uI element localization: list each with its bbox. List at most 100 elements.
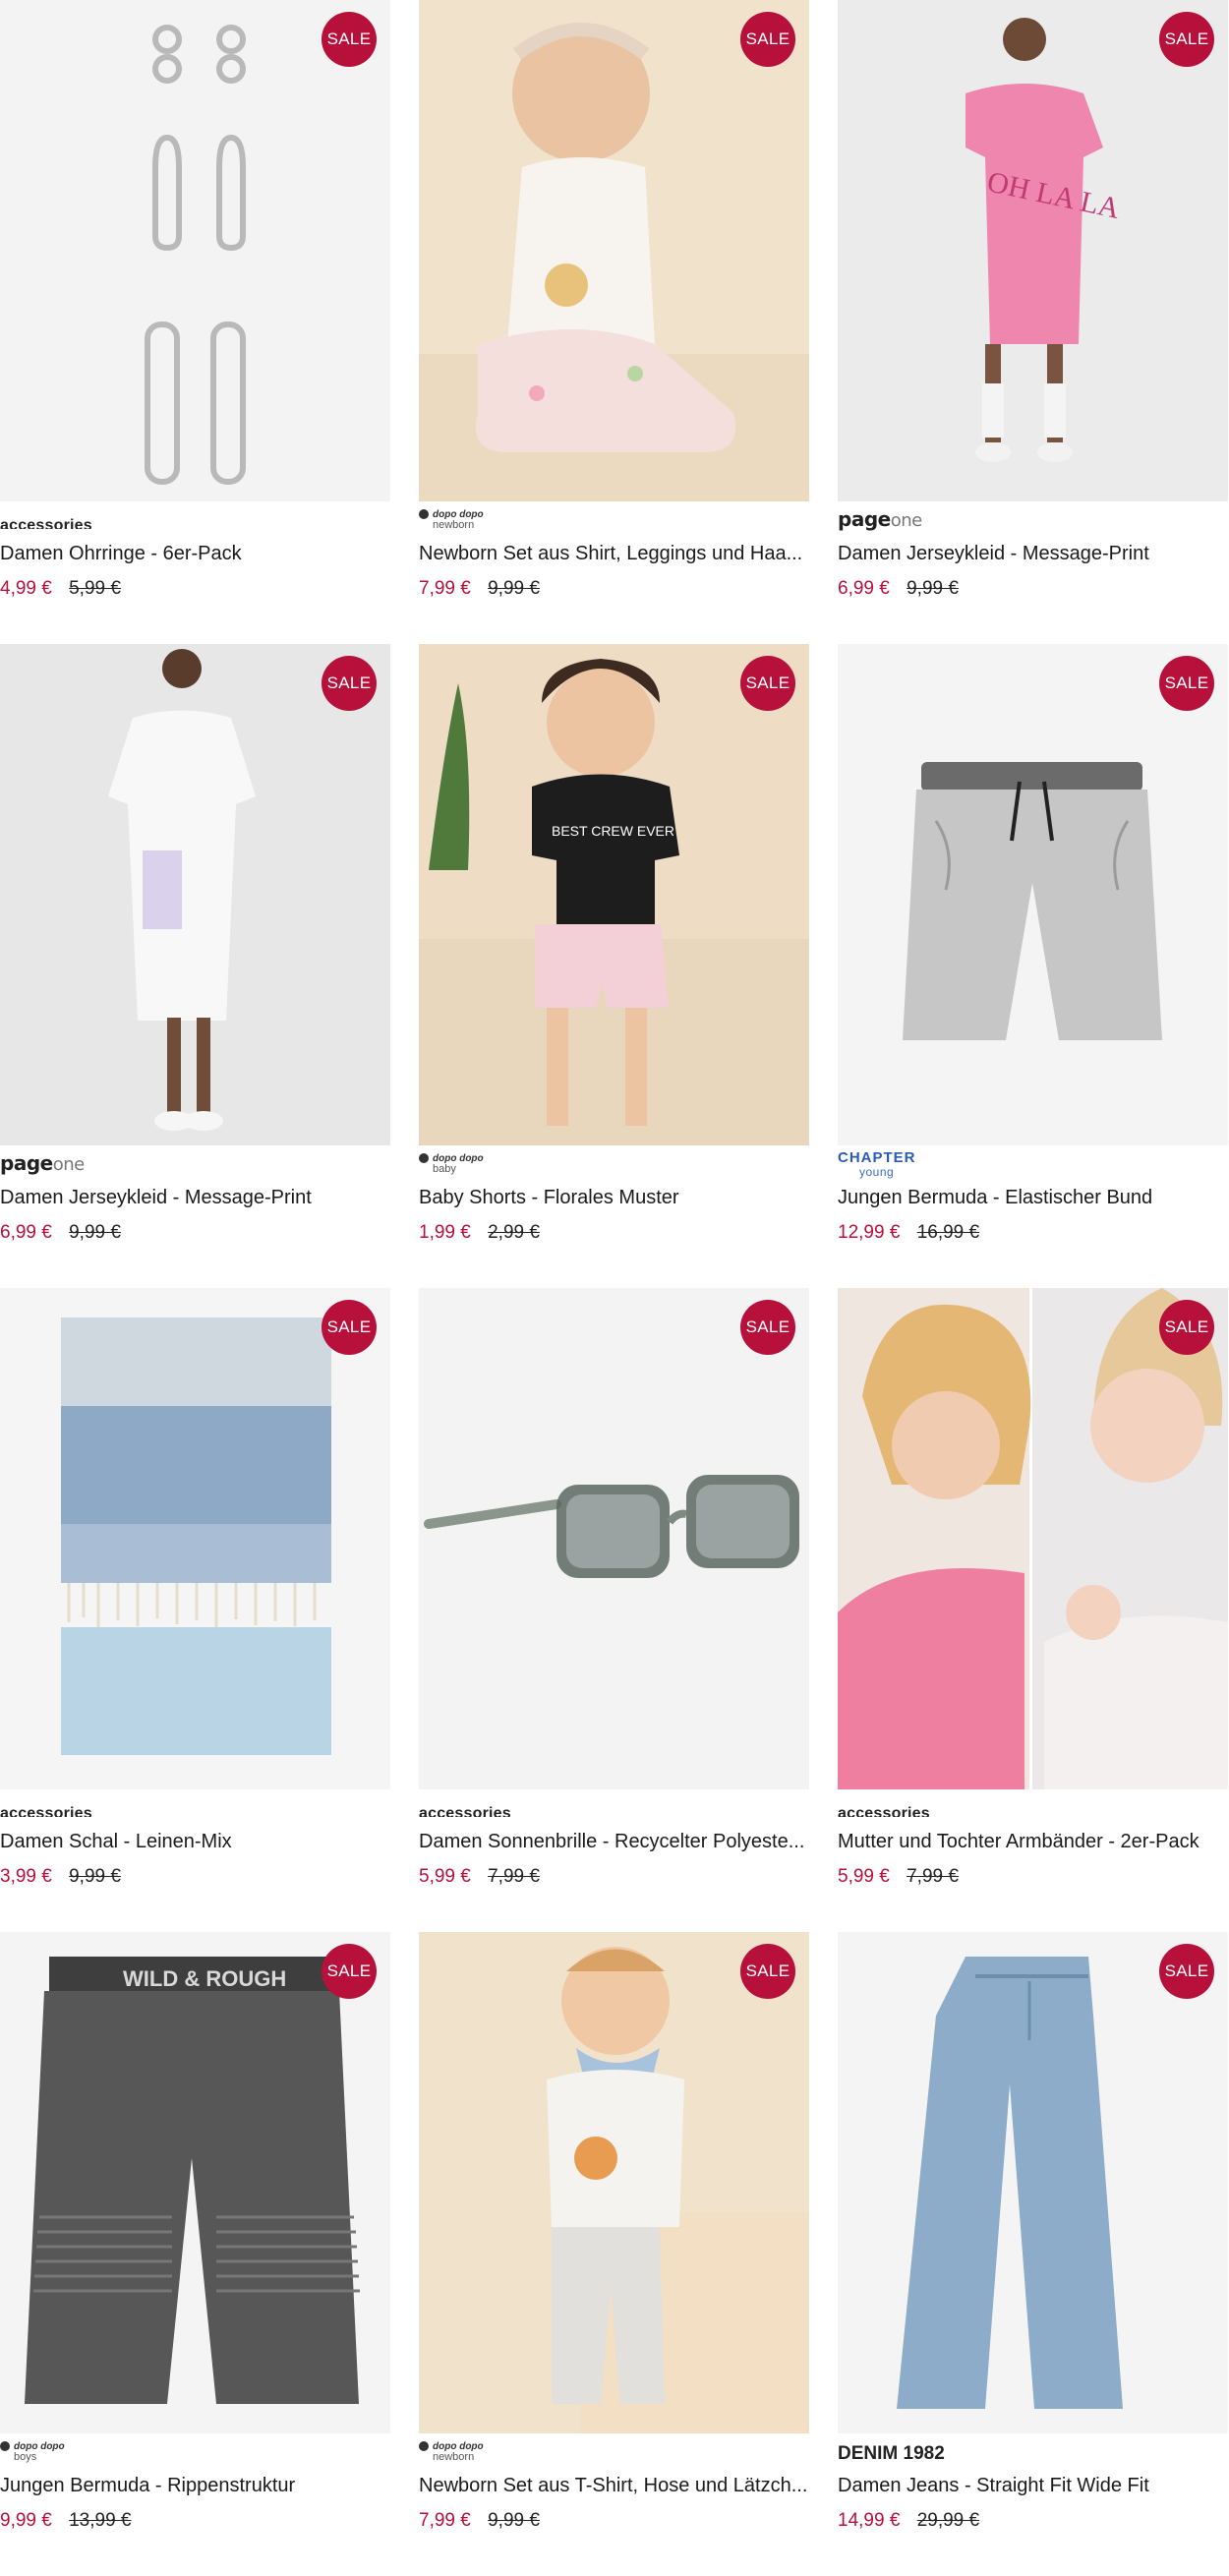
sale-badge: SALE bbox=[740, 12, 795, 67]
shirt-print-text: BEST CREW EVER bbox=[552, 823, 674, 839]
price-row: 6,99 € 9,99 € bbox=[0, 1222, 121, 1244]
product-title[interactable]: Damen Jeans - Straight Fit Wide Fit bbox=[838, 2475, 1228, 2497]
product-card-sunglasses[interactable]: SALE accessories Damen Sonnenbrille - Re… bbox=[419, 1288, 809, 1932]
brand-logo: dopo dopo baby bbox=[419, 1153, 809, 1179]
product-image[interactable]: SALE bbox=[419, 1932, 809, 2433]
price-row: 12,99 € 16,99 € bbox=[838, 1222, 979, 1244]
product-image[interactable]: SALE bbox=[838, 1932, 1228, 2433]
old-price: 9,99 € bbox=[488, 578, 540, 599]
sale-badge: SALE bbox=[740, 1300, 795, 1355]
brand-label: DENIM 1982 bbox=[838, 2443, 945, 2464]
product-card-earrings[interactable]: SALE accessories Damen Ohrringe - 6er-Pa… bbox=[0, 0, 390, 644]
product-title[interactable]: Mutter und Tochter Armbänder - 2er-Pack bbox=[838, 1831, 1228, 1853]
old-price: 9,99 € bbox=[69, 1866, 121, 1887]
product-card-scarf[interactable]: SALE accessories Damen Schal - Leinen-Mi… bbox=[0, 1288, 390, 1932]
sale-price: 5,99 € bbox=[419, 1866, 471, 1887]
brand-logo: dopo dopo newborn bbox=[419, 509, 809, 535]
sale-badge: SALE bbox=[740, 656, 795, 711]
product-image[interactable]: OH LA LA SALE bbox=[838, 0, 1228, 501]
brand-label: accessories bbox=[419, 1805, 511, 1817]
sale-badge: SALE bbox=[322, 1300, 377, 1355]
sale-price: 1,99 € bbox=[419, 1222, 471, 1243]
brand-logo: dopo dopo boys bbox=[0, 2441, 390, 2467]
product-card-baby-shorts[interactable]: BEST CREW EVER SALE dopo dopo baby Baby S… bbox=[419, 644, 809, 1288]
product-title[interactable]: Baby Shorts - Florales Muster bbox=[419, 1187, 809, 1209]
sale-price: 5,99 € bbox=[838, 1866, 890, 1887]
old-price: 13,99 € bbox=[69, 2510, 132, 2531]
sale-price: 12,99 € bbox=[838, 1222, 901, 1243]
sale-badge: SALE bbox=[322, 1944, 377, 1999]
price-row: 7,99 € 9,99 € bbox=[419, 578, 540, 600]
price-row: 5,99 € 7,99 € bbox=[419, 1866, 540, 1888]
price-row: 5,99 € 7,99 € bbox=[838, 1866, 959, 1888]
product-title[interactable]: Damen Ohrringe - 6er-Pack bbox=[0, 543, 390, 565]
old-price: 9,99 € bbox=[69, 1222, 121, 1243]
old-price: 7,99 € bbox=[907, 1866, 959, 1887]
sale-price: 9,99 € bbox=[0, 2510, 52, 2531]
product-card-bracelets[interactable]: SALE accessories Mutter und Tochter Armb… bbox=[838, 1288, 1228, 1932]
product-card-newborn-set[interactable]: SALE dopo dopo newborn Newborn Set aus Sh… bbox=[419, 0, 809, 644]
sale-price: 4,99 € bbox=[0, 578, 52, 599]
brand-logo: CHAPTER young bbox=[838, 1149, 916, 1179]
product-title[interactable]: Jungen Bermuda - Elastischer Bund bbox=[838, 1187, 1228, 1209]
product-image[interactable]: SALE bbox=[419, 0, 809, 501]
product-image[interactable]: SALE bbox=[0, 644, 390, 1145]
product-card-pink-dress[interactable]: OH LA LA SALE pageone Damen Jerseykleid … bbox=[838, 0, 1228, 644]
product-title[interactable]: Newborn Set aus Shirt, Leggings und Haa.… bbox=[419, 543, 809, 565]
product-card-wide-jeans[interactable]: SALE DENIM 1982 Damen Jeans - Straight F… bbox=[838, 1932, 1228, 2576]
product-image[interactable]: SALE bbox=[838, 644, 1228, 1145]
sale-badge: SALE bbox=[1159, 1944, 1214, 1999]
product-card-boys-bermuda[interactable]: SALE CHAPTER young Jungen Bermuda - Elast… bbox=[838, 644, 1228, 1288]
product-image[interactable]: WILD & ROUGH SALE bbox=[0, 1932, 390, 2433]
product-title[interactable]: Damen Jerseykleid - Message-Print bbox=[0, 1187, 390, 1209]
product-title[interactable]: Damen Sonnenbrille - Recycelter Polyeste… bbox=[419, 1831, 809, 1853]
sale-price: 7,99 € bbox=[419, 578, 471, 599]
sale-badge: SALE bbox=[1159, 1300, 1214, 1355]
sale-badge: SALE bbox=[740, 1944, 795, 1999]
old-price: 7,99 € bbox=[488, 1866, 540, 1887]
sale-badge: SALE bbox=[322, 656, 377, 711]
old-price: 5,99 € bbox=[69, 578, 121, 599]
paw-icon bbox=[419, 509, 429, 520]
old-price: 9,99 € bbox=[488, 2510, 540, 2531]
brand-label: accessories bbox=[0, 1805, 92, 1817]
old-price: 2,99 € bbox=[488, 1222, 540, 1243]
product-title[interactable]: Newborn Set aus T-Shirt, Hose und Lätzch… bbox=[419, 2475, 809, 2497]
price-row: 7,99 € 9,99 € bbox=[419, 2510, 540, 2532]
paw-icon bbox=[419, 2441, 429, 2452]
brand-logo: dopo dopo newborn bbox=[419, 2441, 809, 2467]
product-image[interactable]: BEST CREW EVER SALE bbox=[419, 644, 809, 1145]
product-image[interactable]: SALE bbox=[838, 1288, 1228, 1789]
price-row: 1,99 € 2,99 € bbox=[419, 1222, 540, 1244]
old-price: 29,99 € bbox=[916, 2510, 980, 2531]
product-title[interactable]: Damen Schal - Leinen-Mix bbox=[0, 1831, 390, 1853]
product-card-white-dress[interactable]: SALE pageone Damen Jerseykleid - Message… bbox=[0, 644, 390, 1288]
brand-logo: pageone bbox=[838, 507, 922, 531]
sale-price: 6,99 € bbox=[0, 1222, 52, 1243]
product-title[interactable]: Jungen Bermuda - Rippenstruktur bbox=[0, 2475, 390, 2497]
jeans-label-text: WILD & ROUGH bbox=[123, 1966, 286, 1991]
paw-icon bbox=[419, 1153, 429, 1164]
price-row: 14,99 € 29,99 € bbox=[838, 2510, 979, 2532]
product-image[interactable]: SALE bbox=[419, 1288, 809, 1789]
product-card-ribbed-bermuda[interactable]: WILD & ROUGH SALE dopo dopo boys Jungen B… bbox=[0, 1932, 390, 2576]
sale-badge: SALE bbox=[1159, 656, 1214, 711]
sale-price: 3,99 € bbox=[0, 1866, 52, 1887]
product-card-newborn-tshirt-set[interactable]: SALE dopo dopo newborn Newborn Set aus T-… bbox=[419, 1932, 809, 2576]
old-price: 16,99 € bbox=[916, 1222, 980, 1243]
old-price: 9,99 € bbox=[907, 578, 959, 599]
sale-badge: SALE bbox=[322, 12, 377, 67]
brand-logo: pageone bbox=[0, 1151, 85, 1175]
brand-label: accessories bbox=[0, 517, 92, 529]
product-image[interactable]: SALE bbox=[0, 1288, 390, 1789]
price-row: 9,99 € 13,99 € bbox=[0, 2510, 132, 2532]
product-image[interactable]: SALE bbox=[0, 0, 390, 501]
sale-price: 7,99 € bbox=[419, 2510, 471, 2531]
price-row: 3,99 € 9,99 € bbox=[0, 1866, 121, 1888]
brand-label: accessories bbox=[838, 1805, 930, 1817]
price-row: 6,99 € 9,99 € bbox=[838, 578, 959, 600]
product-title[interactable]: Damen Jerseykleid - Message-Print bbox=[838, 543, 1228, 565]
sale-price: 14,99 € bbox=[838, 2510, 901, 2531]
sale-badge: SALE bbox=[1159, 12, 1214, 67]
product-grid: SALE accessories Damen Ohrringe - 6er-Pa… bbox=[0, 0, 1229, 2548]
